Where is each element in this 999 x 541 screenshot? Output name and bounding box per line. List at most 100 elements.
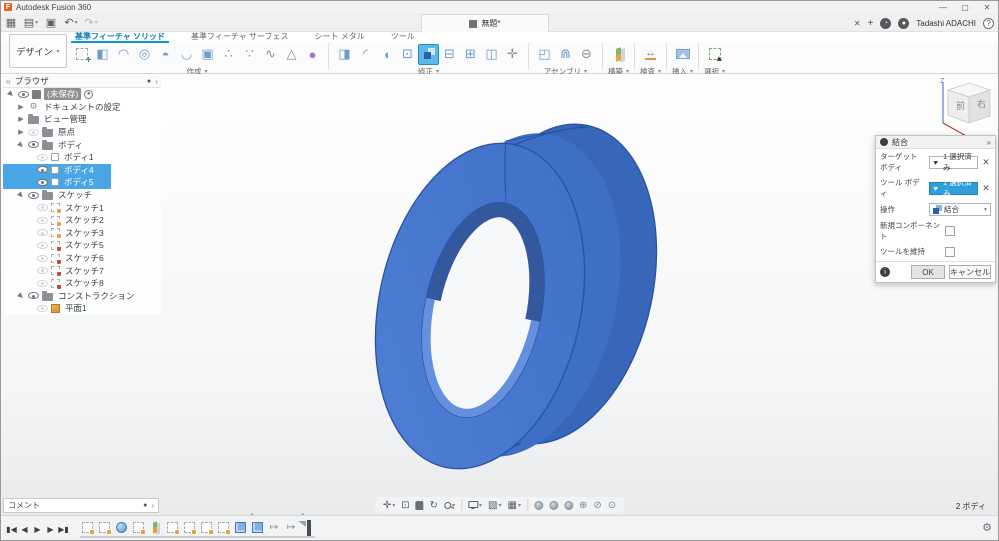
box-primitive-icon[interactable]: ▣ bbox=[197, 44, 218, 65]
file-menu-icon[interactable]: ▤ ▾ bbox=[21, 14, 41, 30]
browser-item-label[interactable]: スケッチ1 bbox=[63, 202, 106, 214]
browser-row-body4-selected[interactable]: ボディ4 bbox=[3, 163, 111, 177]
joint-icon[interactable]: ⋒ bbox=[555, 44, 576, 65]
rib-icon[interactable]: ◡ bbox=[176, 44, 197, 65]
close-tab-icon[interactable]: ✕ bbox=[854, 19, 861, 28]
browser-item-label[interactable]: ボディ4 bbox=[62, 164, 96, 176]
activate-component-radio[interactable]: ● bbox=[84, 89, 94, 99]
browser-row-construction-folder[interactable]: ▶ コンストラクション bbox=[3, 290, 161, 303]
ok-button[interactable]: OK bbox=[911, 265, 945, 279]
timeline-sphere-feature[interactable] bbox=[114, 521, 128, 535]
go-to-start-icon[interactable]: ▮◀ bbox=[5, 522, 18, 536]
browser-row-body5-selected[interactable]: ボディ5 bbox=[3, 176, 111, 189]
tab-surface[interactable]: 基準フィーチャ サーフェス bbox=[187, 32, 293, 43]
visibility-eye-icon[interactable] bbox=[28, 141, 39, 149]
visibility-eye-icon[interactable] bbox=[37, 304, 48, 312]
browser-row-sketch6[interactable]: スケッチ6 bbox=[3, 252, 161, 265]
save-icon[interactable]: ▣ bbox=[41, 14, 61, 30]
timeline-position-marker[interactable]: ‴ bbox=[298, 514, 315, 536]
expand-icon[interactable]: ▶ bbox=[17, 103, 25, 111]
create-sketch-icon[interactable] bbox=[71, 44, 92, 66]
minimize-button[interactable]: — bbox=[932, 1, 954, 13]
spline-icon[interactable]: ∿ bbox=[260, 44, 281, 65]
step-forward-icon[interactable]: ▶ bbox=[44, 522, 57, 536]
look-at-icon[interactable]: ⊡ bbox=[401, 500, 409, 511]
combine-icon-active[interactable] bbox=[418, 43, 439, 65]
pan-icon[interactable]: ✛ ▾ bbox=[383, 500, 395, 511]
effect-sphere-icon-2[interactable] bbox=[548, 500, 558, 510]
browser-item-label[interactable]: ドキュメントの設定 bbox=[42, 101, 123, 113]
data-panel-grid-icon[interactable]: ▦ bbox=[1, 14, 21, 30]
target-body-select-button[interactable]: ► 1 選択済み bbox=[929, 152, 978, 172]
panel-expand-icon[interactable]: › bbox=[151, 501, 154, 510]
browser-row-document-settings[interactable]: ▶ ⚙ ドキュメントの設定 bbox=[3, 101, 161, 114]
timeline-extrude-feature[interactable] bbox=[233, 521, 247, 535]
visibility-eye-icon[interactable] bbox=[37, 267, 48, 275]
clear-tool-selection-icon[interactable]: ✕ bbox=[981, 183, 991, 194]
keep-tools-checkbox[interactable] bbox=[945, 246, 955, 257]
clear-target-selection-icon[interactable]: ✕ bbox=[981, 157, 991, 168]
visibility-eye-icon[interactable] bbox=[37, 204, 48, 212]
thicken-icon[interactable]: △ bbox=[281, 44, 302, 65]
browser-item-label[interactable]: ビュー管理 bbox=[42, 113, 89, 125]
split-face-icon[interactable]: ⊞ bbox=[460, 44, 481, 65]
expand-icon[interactable]: ▶ bbox=[17, 115, 25, 123]
new-tab-icon[interactable]: + bbox=[868, 18, 874, 29]
panel-options-icon[interactable]: ● bbox=[147, 78, 151, 85]
visibility-eye-icon[interactable] bbox=[18, 90, 29, 98]
document-tab[interactable]: 無題* bbox=[421, 14, 549, 32]
browser-item-label[interactable]: スケッチ2 bbox=[63, 214, 106, 226]
move-icon[interactable]: ✛ bbox=[502, 44, 523, 65]
browser-row-sketch8[interactable]: スケッチ8 bbox=[3, 277, 161, 290]
timeline-settings-gear-icon[interactable]: ⚙ bbox=[982, 521, 992, 534]
effect-sphere-icon-3[interactable] bbox=[563, 500, 573, 510]
browser-root-row[interactable]: ▶ (未保存) ● bbox=[3, 88, 161, 101]
step-back-icon[interactable]: ◀ bbox=[18, 522, 31, 536]
browser-item-label[interactable]: ボディ5 bbox=[62, 176, 96, 188]
go-to-end-icon[interactable]: ▶▮ bbox=[57, 522, 70, 536]
browser-item-label[interactable]: コンストラクション bbox=[56, 290, 136, 302]
effect-toggle-icon-6[interactable]: ⊙ bbox=[608, 500, 616, 511]
fillet-icon[interactable]: ◜ bbox=[355, 44, 376, 65]
browser-item-label[interactable]: ボディ bbox=[56, 139, 85, 151]
visibility-eye-icon[interactable] bbox=[37, 216, 48, 224]
visibility-eye-icon[interactable] bbox=[37, 166, 48, 174]
browser-row-sketch2[interactable]: スケッチ2 bbox=[3, 214, 161, 227]
panel-expand-icon[interactable]: › bbox=[155, 76, 158, 86]
timeline-plane-feature[interactable] bbox=[148, 521, 162, 535]
grab-pan-icon[interactable] bbox=[415, 500, 424, 510]
user-name[interactable]: Tadashi ADACHI bbox=[916, 19, 976, 28]
orbit-icon[interactable]: ↻ bbox=[430, 500, 438, 511]
expand-icon[interactable]: ▶ bbox=[15, 189, 26, 200]
new-component-icon[interactable]: ◰ bbox=[534, 44, 555, 65]
display-settings-icon[interactable]: ▾ bbox=[468, 500, 482, 510]
root-document-label[interactable]: (未保存) bbox=[44, 88, 82, 101]
form-icon[interactable]: ● bbox=[302, 44, 323, 65]
browser-row-bodies-folder[interactable]: ▶ ボディ bbox=[3, 138, 161, 151]
visibility-eye-icon[interactable] bbox=[28, 128, 39, 136]
browser-row-sketch1[interactable]: スケッチ1 bbox=[3, 201, 161, 214]
design-workspace-dropdown[interactable]: デザイン ▾ bbox=[9, 34, 67, 68]
browser-item-label[interactable]: スケッチ7 bbox=[63, 265, 106, 277]
visibility-eye-icon[interactable] bbox=[37, 229, 48, 237]
job-status-icon[interactable]: ◔ bbox=[880, 17, 892, 29]
timeline-sketch-feature[interactable] bbox=[80, 521, 94, 535]
shell-icon[interactable]: ⊡ bbox=[397, 44, 418, 65]
zoom-icon[interactable]: ▾ bbox=[444, 501, 455, 509]
browser-row-origin[interactable]: ▶ 原点 bbox=[3, 126, 161, 139]
notifications-icon[interactable]: ● bbox=[898, 17, 910, 29]
timeline-sketch-feature[interactable] bbox=[165, 521, 179, 535]
help-icon[interactable]: ? bbox=[983, 17, 994, 29]
close-button[interactable]: ✕ bbox=[976, 1, 998, 13]
rectangular-pattern-icon[interactable]: ∴ bbox=[218, 44, 239, 65]
timeline-sketch-feature[interactable] bbox=[182, 521, 196, 535]
browser-item-label[interactable]: 平面1 bbox=[63, 302, 89, 314]
expand-icon[interactable]: ▶ bbox=[15, 290, 26, 301]
split-body-icon[interactable]: ⊟ bbox=[439, 44, 460, 65]
panel-options-icon[interactable]: ● bbox=[143, 502, 147, 509]
visibility-eye-icon[interactable] bbox=[37, 254, 48, 262]
effect-toggle-icon-5[interactable]: ⊘ bbox=[593, 500, 601, 511]
visibility-eye-icon[interactable] bbox=[37, 241, 48, 249]
chamfer-icon[interactable]: ◖ bbox=[376, 44, 397, 65]
browser-row-sketches-folder[interactable]: ▶ スケッチ bbox=[3, 189, 161, 202]
